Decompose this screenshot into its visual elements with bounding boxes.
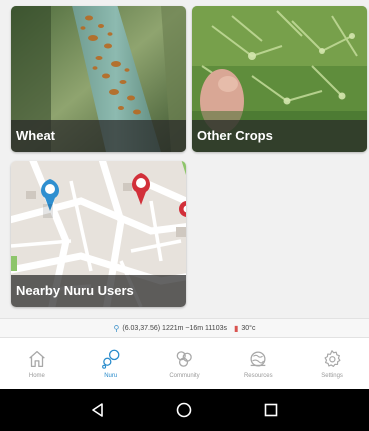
nav-label-community: Community: [169, 373, 200, 379]
nav-item-resources[interactable]: Resources: [221, 338, 295, 389]
nav-item-home[interactable]: Home: [0, 338, 74, 389]
wheat-tile[interactable]: Wheat: [11, 6, 186, 152]
other-crops-tile[interactable]: Other Crops: [192, 6, 367, 152]
recents-button[interactable]: [260, 399, 282, 421]
nav-item-settings[interactable]: Settings: [295, 338, 369, 389]
bottom-nav: Home Nuru Community Resources Settings: [0, 338, 369, 389]
nearby-users-tile-label: Nearby Nuru Users: [11, 275, 186, 307]
back-icon: [92, 403, 103, 417]
home-circle-icon: [177, 402, 192, 418]
home-system-button[interactable]: [173, 399, 195, 421]
home-icon: [29, 351, 45, 367]
nav-label-nuru: Nuru: [104, 373, 118, 379]
nav-label-home: Home: [28, 373, 45, 379]
temperature-readout: 30°c: [241, 324, 256, 332]
nearby-users-tile[interactable]: Nearby Nuru Users: [11, 161, 186, 307]
nav-item-nuru[interactable]: Nuru: [74, 338, 148, 389]
location-readout: (6.03,37.56) 1221m ~16m 11103s: [122, 324, 227, 332]
nav-item-community[interactable]: Community: [148, 338, 222, 389]
gear-icon: [324, 350, 341, 368]
other-crops-tile-label: Other Crops: [192, 120, 367, 152]
gps-status-bar: ⚲ (6.03,37.56) 1221m ~16m 11103s ▮ 30°c: [0, 318, 369, 338]
thermometer-icon: ▮: [233, 323, 239, 333]
back-button[interactable]: [87, 399, 109, 421]
system-nav-bar: [0, 389, 369, 431]
resources-icon: [250, 351, 266, 367]
nuru-icon: [101, 349, 120, 369]
recents-icon: [264, 403, 278, 417]
location-pin-icon: ⚲: [113, 323, 120, 333]
nav-label-settings: Settings: [321, 373, 343, 379]
wheat-tile-label: Wheat: [11, 120, 186, 152]
nav-label-resources: Resources: [243, 373, 273, 379]
community-icon: [177, 351, 193, 367]
